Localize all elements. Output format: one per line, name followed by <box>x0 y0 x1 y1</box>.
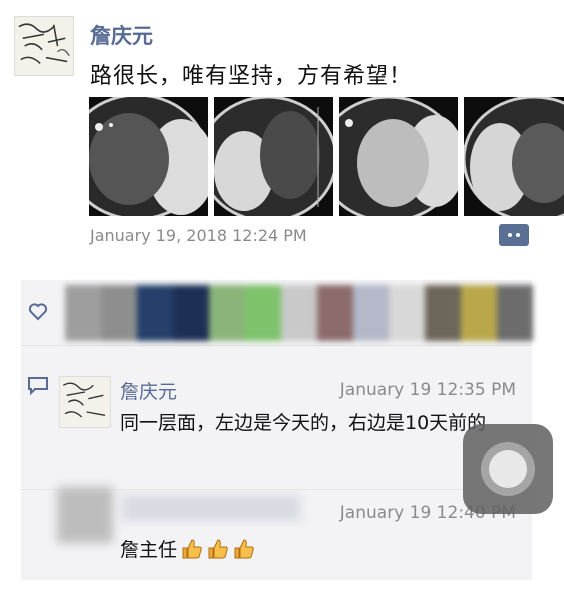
comment-item: January 19 12:40 PM 詹主任 <box>21 487 532 573</box>
assistive-touch-icon[interactable] <box>463 424 553 514</box>
post-text: 路很长，唯有坚持，方有希望！ <box>90 64 413 89</box>
liker-avatar[interactable] <box>281 285 317 341</box>
scan-image[interactable] <box>339 97 458 216</box>
commenter-avatar[interactable] <box>57 487 113 543</box>
commenter-name[interactable] <box>121 495 301 521</box>
thumbs-up-icon <box>182 538 202 558</box>
liker-avatar[interactable] <box>101 285 137 341</box>
author-avatar[interactable] <box>14 16 74 76</box>
liker-avatar[interactable] <box>209 285 245 341</box>
comment-text: 同一层面，左边是今天的，右边是10天前的 <box>120 412 487 434</box>
moments-post: 詹庆元 路很长，唯有坚持，方有希望！ January 19, 2018 12:2… <box>0 0 564 270</box>
comment-text: 詹主任 <box>120 535 256 562</box>
liker-avatar[interactable] <box>425 285 461 341</box>
image-grid <box>89 97 564 216</box>
comment-bubble-icon <box>28 377 48 396</box>
interaction-panel: 詹庆元 January 19 12:35 PM 同一层面，左边是今天的，右边是1… <box>21 280 533 580</box>
liker-avatar[interactable] <box>497 285 533 341</box>
liker-avatar[interactable] <box>65 285 101 341</box>
likes-row <box>21 280 533 346</box>
heart-icon <box>28 303 48 321</box>
author-name[interactable]: 詹庆元 <box>90 20 153 50</box>
liker-avatar[interactable] <box>461 285 497 341</box>
scan-image[interactable] <box>464 97 564 216</box>
liker-avatar[interactable] <box>389 285 425 341</box>
scan-image[interactable] <box>89 97 208 216</box>
liker-avatar[interactable] <box>137 285 173 341</box>
comment-more-icon[interactable] <box>499 224 529 246</box>
liker-avatar[interactable] <box>245 285 281 341</box>
comment-text-label: 詹主任 <box>120 539 178 561</box>
thumbs-up-icon <box>208 538 228 558</box>
commenter-name[interactable]: 詹庆元 <box>120 377 177 404</box>
comment-item: 詹庆元 January 19 12:35 PM 同一层面，左边是今天的，右边是1… <box>21 370 532 490</box>
comment-time: January 19 12:35 PM <box>339 380 516 400</box>
thumbs-up-emojis <box>180 537 256 561</box>
thumbs-up-icon <box>234 538 254 558</box>
liker-avatar[interactable] <box>173 285 209 341</box>
liker-avatar[interactable] <box>353 285 389 341</box>
liker-avatar[interactable] <box>317 285 353 341</box>
commenter-avatar[interactable] <box>59 376 111 428</box>
scan-image[interactable] <box>214 97 333 216</box>
liker-avatars[interactable] <box>65 285 533 341</box>
post-timestamp: January 19, 2018 12:24 PM <box>90 226 307 245</box>
